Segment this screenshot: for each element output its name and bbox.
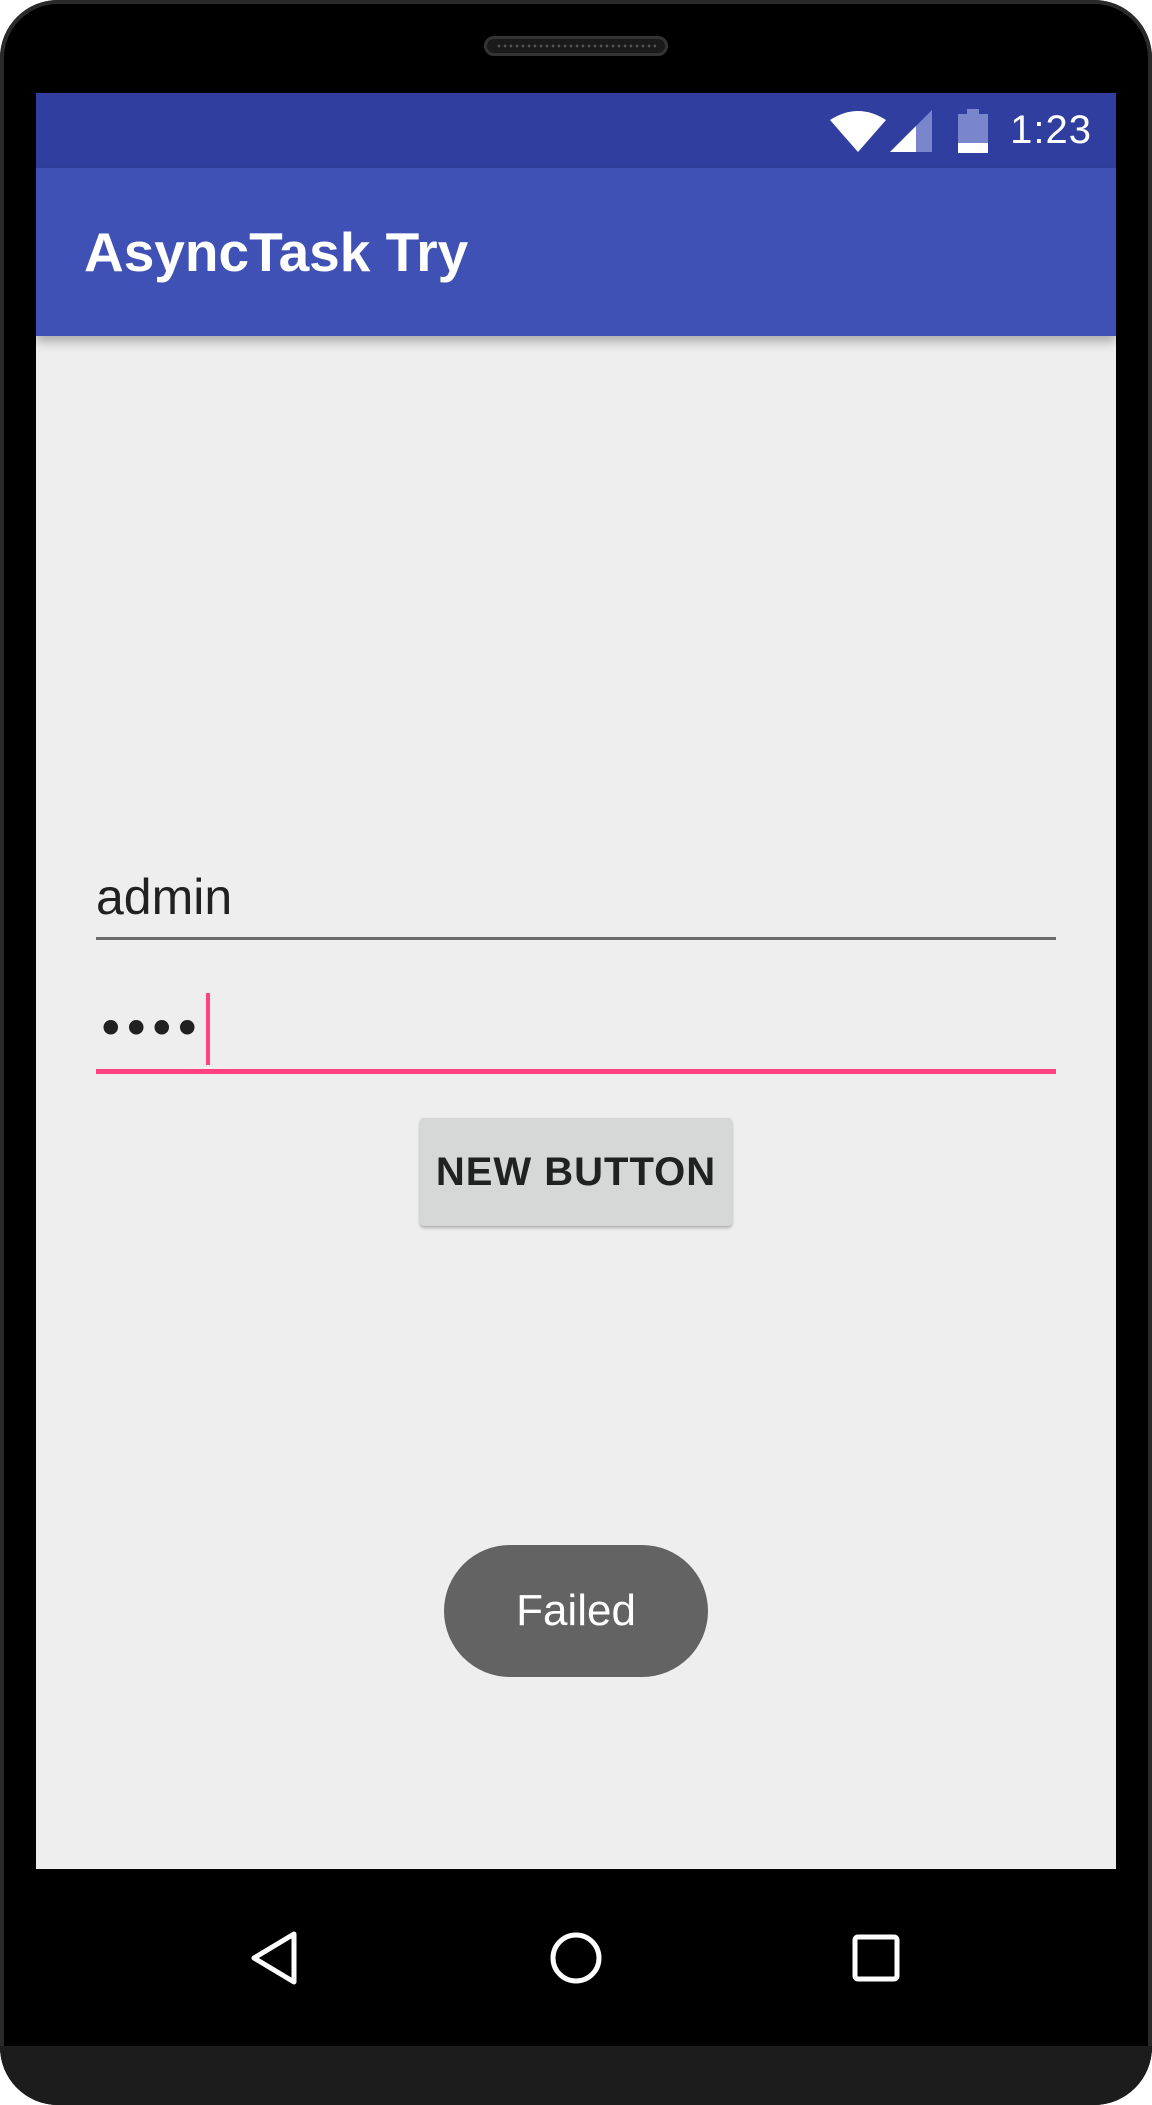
status-icons: 1:23 (830, 93, 1092, 168)
phone-chin (0, 2046, 1152, 2105)
home-icon (550, 1932, 602, 1983)
phone-frame: 1:23 AsyncTask Try admin •••• NEW BUTTON… (0, 0, 1152, 2105)
new-button[interactable]: NEW BUTTON (420, 1118, 732, 1226)
device-screen: 1:23 AsyncTask Try admin •••• NEW BUTTON… (36, 93, 1116, 1869)
battery-icon (958, 108, 989, 153)
earpiece-speaker (484, 36, 668, 56)
status-time: 1:23 (1010, 108, 1092, 152)
toast-text: Failed (516, 1586, 636, 1635)
recents-button[interactable] (796, 1869, 956, 2046)
home-button[interactable] (496, 1869, 656, 2046)
text-cursor (205, 993, 210, 1065)
wifi-icon (830, 110, 887, 152)
navigation-bar (36, 1869, 1116, 2046)
username-field[interactable]: admin (96, 857, 1056, 940)
status-bar: 1:23 (36, 93, 1116, 168)
back-icon (251, 1931, 297, 1984)
password-value: •••• (96, 1000, 202, 1058)
cell-signal-icon (890, 109, 933, 152)
back-button[interactable] (196, 1869, 356, 2046)
app-title: AsyncTask Try (84, 221, 469, 283)
app-bar: AsyncTask Try (36, 168, 1116, 336)
password-field[interactable]: •••• (96, 989, 1056, 1074)
toast-message: Failed (444, 1545, 708, 1677)
username-value: admin (96, 869, 233, 925)
recents-icon (852, 1934, 900, 1981)
